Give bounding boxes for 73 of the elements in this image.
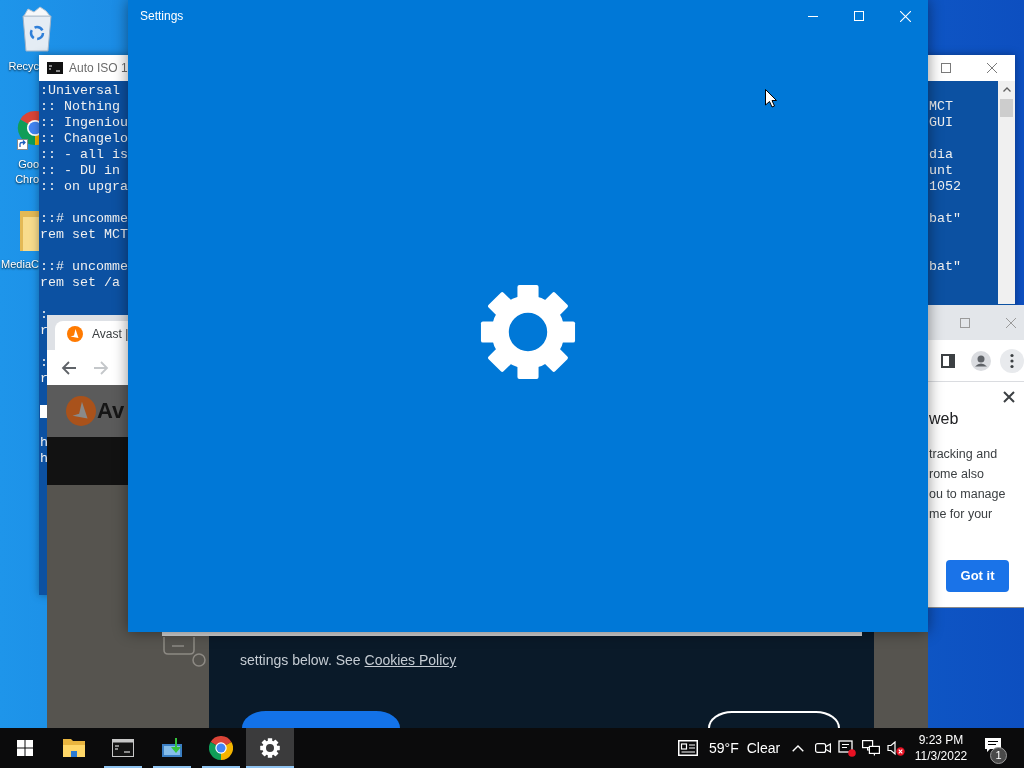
taskbar-app-button[interactable] (246, 728, 294, 768)
console-text: h (40, 435, 48, 450)
console-text: :: - all is (40, 147, 128, 162)
console-text: r (40, 323, 48, 338)
monitor-arrow-icon (161, 738, 183, 758)
console-text: ::# uncomme (40, 211, 128, 226)
console-text: :: Nothing (40, 99, 120, 114)
monitor-alert-icon[interactable] (838, 739, 856, 757)
news-icon (678, 740, 698, 756)
close-icon (1006, 317, 1016, 328)
logo-icon (66, 396, 96, 426)
weather-button[interactable]: 59°F Clear (674, 728, 786, 768)
console-text: rem set /a (40, 275, 120, 290)
back-arrow-icon[interactable] (61, 360, 77, 375)
console-text: unt (929, 163, 953, 179)
console-text: GUI (929, 115, 953, 131)
console-text: :Universal (40, 83, 120, 98)
console-text: rem set MCT (40, 227, 128, 242)
close-icon[interactable] (1003, 391, 1015, 403)
terminal-icon (47, 62, 63, 74)
maximize-icon (960, 317, 970, 328)
icon-label: MediaC (0, 257, 39, 272)
console-text: : (40, 355, 48, 370)
minimize-icon (808, 15, 818, 17)
settings-icon (480, 284, 576, 380)
console-text: ::# uncomme (40, 259, 128, 274)
profile-avatar-icon[interactable] (971, 350, 991, 371)
console-text: bat" (929, 211, 961, 227)
console-text: bat" (929, 259, 961, 275)
cookies-policy-link[interactable]: Cookies Policy (364, 652, 457, 668)
browser-logo-icon (209, 736, 233, 760)
popup-heading: web (929, 410, 960, 428)
got-it-button[interactable]: Got it (946, 560, 1009, 592)
clock-button[interactable]: 9:23 PM 11/3/2022 (909, 728, 973, 768)
console-text: 1052 (929, 179, 961, 195)
scrollbar[interactable] (998, 81, 1015, 304)
close-icon (899, 10, 911, 22)
speaker-muted-icon[interactable] (887, 740, 905, 756)
close-icon (987, 63, 997, 73)
maximize-icon (941, 63, 951, 73)
notifications-button[interactable]: 1 (973, 728, 1013, 768)
primary-button[interactable] (242, 711, 400, 728)
wired-network-icon[interactable] (862, 740, 880, 756)
scroll-up-icon (1002, 87, 1011, 92)
chevron-up-icon[interactable] (792, 744, 804, 752)
icon-label: Goo Chro (14, 157, 39, 187)
logo-icon (67, 325, 83, 342)
folder-icon (62, 738, 86, 758)
console-text: :: Ingeniou (40, 115, 128, 130)
icon-label: Recyc (7, 59, 39, 74)
windows-logo-icon (16, 740, 33, 756)
console-text: :: Changelo (40, 131, 128, 146)
cookie-text: settings below. See Cookies Policy (240, 651, 458, 670)
window-title: Auto ISO 1 (69, 60, 128, 77)
cursor-icon (765, 89, 777, 108)
more-options-icon[interactable] (1000, 348, 1024, 373)
popup-text: tracking and rome also ou to manage me for your (929, 446, 1007, 523)
window-title: Settings (139, 8, 184, 25)
maximize-icon (854, 11, 864, 21)
browser-tab[interactable]: Avast | (55, 321, 128, 350)
video-camera-icon[interactable] (814, 742, 831, 754)
terminal-icon (112, 739, 134, 757)
logo-text: Av (97, 400, 125, 422)
console-text: r (40, 371, 48, 386)
scrollbar-thumb[interactable] (1000, 99, 1013, 117)
side-panel-icon[interactable] (941, 353, 955, 368)
console-text: dia (929, 147, 953, 163)
console-text: :: - DU in (40, 163, 120, 178)
console-text: MCT (929, 99, 953, 115)
settings-icon (260, 738, 280, 758)
console-text: : (40, 307, 48, 322)
console-text: h (40, 451, 48, 466)
console-text: :: on upgra (40, 179, 128, 194)
